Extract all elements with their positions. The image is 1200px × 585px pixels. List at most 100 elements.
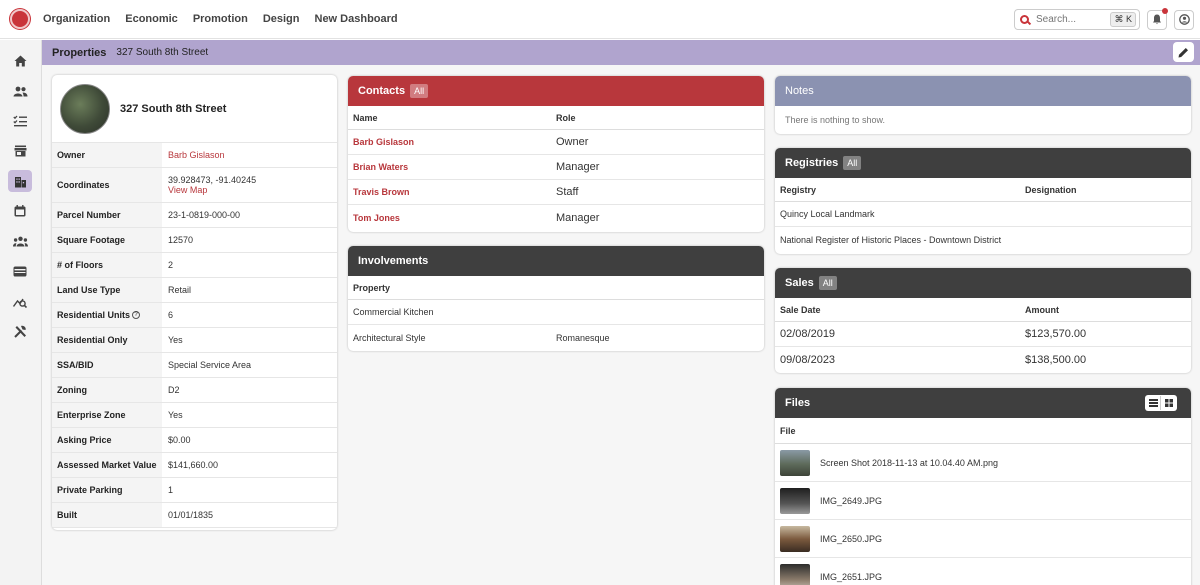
registry-name: Quincy Local Landmark: [780, 209, 875, 219]
file-row[interactable]: IMG_2650.JPG: [775, 520, 1191, 558]
column-header-role[interactable]: Role: [556, 113, 576, 123]
column-header-file[interactable]: File: [775, 426, 796, 436]
property-field-value-wrap: 6: [162, 310, 173, 320]
people-icon: [13, 86, 27, 96]
sidebar-item-calendar[interactable]: [8, 200, 32, 222]
contact-name-link[interactable]: Tom Jones: [348, 213, 556, 223]
property-details-card: 327 South 8th Street Owner Barb Gislason C…: [52, 75, 337, 530]
file-name[interactable]: IMG_2651.JPG: [820, 572, 882, 582]
file-name[interactable]: IMG_2649.JPG: [820, 496, 882, 506]
contact-name-link[interactable]: Travis Brown: [348, 187, 556, 197]
search-input[interactable]: [1036, 14, 1106, 25]
notifications-button[interactable]: [1147, 7, 1168, 30]
sales-header: Sales All: [775, 268, 1191, 298]
contact-row[interactable]: Barb Gislason Owner: [348, 130, 764, 155]
registries-all-pill[interactable]: All: [843, 156, 862, 170]
edit-button[interactable]: [1173, 42, 1194, 62]
store-icon: [14, 145, 26, 157]
file-name[interactable]: IMG_2650.JPG: [820, 534, 882, 544]
sales-all-pill[interactable]: All: [818, 276, 837, 290]
involvement-row[interactable]: Architectural Style Romanesque: [348, 325, 764, 350]
file-row[interactable]: IMG_2651.JPG: [775, 558, 1191, 585]
app-logo[interactable]: [10, 9, 30, 29]
property-field-row: # of Floors 2: [52, 253, 337, 278]
sidebar-item-analytics[interactable]: [8, 290, 32, 312]
search-icon: [1020, 15, 1029, 24]
nav-link-design[interactable]: Design: [263, 13, 300, 25]
contacts-title: Contacts: [358, 85, 406, 97]
property-field-value[interactable]: Barb Gislason: [168, 150, 225, 160]
column-header-sale-date[interactable]: Sale Date: [775, 305, 1025, 315]
sale-row[interactable]: 09/08/2023 $138,500.00: [775, 347, 1191, 372]
property-field-value: Yes: [168, 335, 183, 345]
notes-empty-message: There is nothing to show.: [785, 115, 886, 125]
property-title: 327 South 8th Street: [120, 102, 227, 115]
registry-row[interactable]: National Register of Historic Places - D…: [775, 227, 1191, 252]
property-field-value-wrap: Yes: [162, 410, 183, 420]
property-field-row: Built 01/01/1835: [52, 503, 337, 528]
sidebar-item-home[interactable]: [8, 50, 32, 72]
view-map-link[interactable]: View Map: [168, 185, 207, 195]
contact-row[interactable]: Brian Waters Manager: [348, 155, 764, 180]
column-header-amount[interactable]: Amount: [1025, 305, 1059, 315]
involvements-card: Involvements Property Commercial Kitchen…: [348, 246, 764, 351]
grid-view-button[interactable]: [1161, 396, 1176, 410]
nav-link-organization[interactable]: Organization: [43, 13, 110, 25]
buildings-icon: [14, 176, 26, 187]
account-button[interactable]: [1174, 9, 1194, 30]
property-field-value: Special Service Area: [168, 360, 252, 370]
info-icon[interactable]: ?: [132, 311, 141, 319]
files-table-header: File: [775, 418, 1191, 444]
property-header: 327 South 8th Street: [52, 75, 337, 143]
contact-name-link[interactable]: Brian Waters: [348, 162, 556, 172]
nav-link-economic[interactable]: Economic: [125, 13, 178, 25]
list-view-button[interactable]: [1146, 396, 1161, 410]
column-header-designation[interactable]: Designation: [1025, 185, 1077, 195]
column-header-property[interactable]: Property: [348, 283, 390, 293]
contact-row[interactable]: Tom Jones Manager: [348, 205, 764, 230]
file-row[interactable]: Screen Shot 2018-11-13 at 10.04.40 AM.pn…: [775, 444, 1191, 482]
sidebar-item-people[interactable]: [8, 80, 32, 102]
section-title[interactable]: Properties: [52, 47, 106, 59]
property-field-row: Residential Only Yes: [52, 328, 337, 353]
contact-role: Manager: [556, 211, 600, 224]
column-header-name[interactable]: Name: [348, 113, 556, 123]
file-row[interactable]: IMG_2649.JPG: [775, 482, 1191, 520]
files-title: Files: [785, 397, 811, 409]
property-field-value: Yes: [168, 410, 183, 420]
property-field-row: Owner Barb Gislason: [52, 143, 337, 168]
column-header-registry[interactable]: Registry: [775, 185, 1025, 195]
list-icon: [1148, 399, 1158, 407]
sidebar-item-finance[interactable]: [8, 260, 32, 282]
property-field-label: Residential Units?: [52, 303, 162, 327]
registry-row[interactable]: Quincy Local Landmark: [775, 202, 1191, 227]
file-name[interactable]: Screen Shot 2018-11-13 at 10.04.40 AM.pn…: [820, 458, 998, 468]
file-thumbnail[interactable]: [780, 564, 810, 585]
contacts-header: Contacts All: [348, 76, 764, 106]
file-thumbnail[interactable]: [780, 449, 810, 476]
sale-row[interactable]: 02/08/2019 $123,570.00: [775, 322, 1191, 347]
sidebar-item-tools[interactable]: [8, 320, 32, 342]
file-thumbnail[interactable]: [780, 487, 810, 514]
sidebar-item-businesses[interactable]: [8, 140, 32, 162]
nav-link-new-dashboard[interactable]: New Dashboard: [315, 13, 398, 25]
involvement-row[interactable]: Commercial Kitchen: [348, 300, 764, 325]
file-thumbnail[interactable]: [780, 525, 810, 552]
sidebar-item-tasks[interactable]: [8, 110, 32, 132]
property-field-label: Assessed Market Value: [52, 453, 162, 477]
registries-title: Registries: [785, 157, 839, 169]
nav-link-promotion[interactable]: Promotion: [193, 13, 248, 25]
files-card: Files File Screen Shot 2018-11-13 at 10.…: [775, 388, 1191, 585]
search-box[interactable]: ⌘ K: [1014, 9, 1140, 30]
property-field-label: Parcel Number: [52, 203, 162, 227]
contact-name-link[interactable]: Barb Gislason: [348, 137, 556, 147]
sidebar-item-properties[interactable]: [8, 170, 32, 192]
property-field-value-wrap: 12570: [162, 235, 193, 245]
contacts-all-pill[interactable]: All: [410, 84, 429, 98]
involvements-header: Involvements: [348, 246, 764, 276]
sidebar-item-groups[interactable]: [8, 230, 32, 252]
property-photo[interactable]: [60, 83, 110, 134]
contact-row[interactable]: Travis Brown Staff: [348, 180, 764, 205]
property-field-label: Enterprise Zone: [52, 403, 162, 427]
property-field-label: Coordinates: [52, 168, 162, 202]
